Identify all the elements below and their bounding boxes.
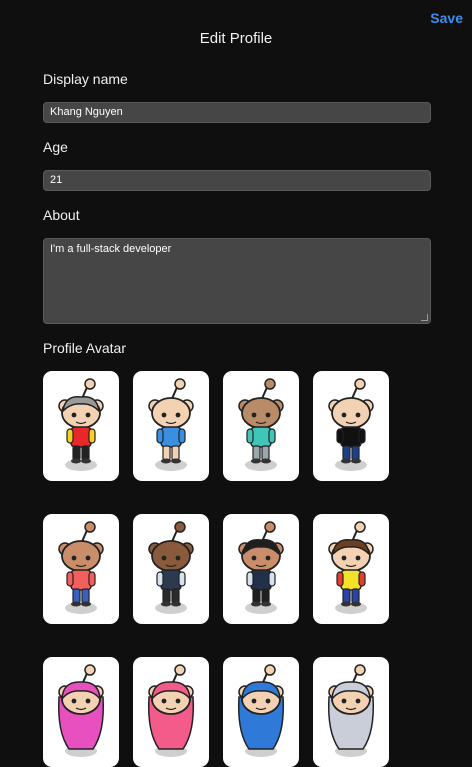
about-textarea[interactable]: I'm a full-stack developer xyxy=(43,238,431,324)
avatar-character-icon xyxy=(327,664,375,757)
age-input[interactable]: 21 xyxy=(43,170,431,191)
resize-grip-icon[interactable] xyxy=(421,314,428,321)
page-title: Edit Profile xyxy=(199,30,273,47)
avatar-option[interactable] xyxy=(133,657,209,767)
profile-avatar-label: Profile Avatar xyxy=(43,340,127,356)
display-name-label: Display name xyxy=(43,71,128,87)
about-label: About xyxy=(43,207,80,223)
avatar-character-icon xyxy=(147,664,195,757)
age-label: Age xyxy=(43,139,68,155)
avatar-character-icon xyxy=(58,521,104,614)
avatar-option[interactable] xyxy=(223,371,299,481)
avatar-option[interactable] xyxy=(133,371,209,481)
avatar-option[interactable] xyxy=(313,657,389,767)
avatar-character-icon xyxy=(58,378,104,471)
avatar-character-icon xyxy=(148,378,194,471)
avatar-character-icon xyxy=(328,378,374,471)
display-name-input[interactable]: Khang Nguyen xyxy=(43,102,431,123)
avatar-option[interactable] xyxy=(223,514,299,624)
avatar-option[interactable] xyxy=(43,371,119,481)
avatar-character-icon xyxy=(57,664,105,757)
avatar-option[interactable] xyxy=(313,371,389,481)
avatar-option[interactable] xyxy=(313,514,389,624)
about-text: I'm a full-stack developer xyxy=(50,243,172,255)
avatar-character-icon xyxy=(238,521,284,614)
avatar-character-icon xyxy=(148,521,194,614)
avatar-character-icon xyxy=(328,521,374,614)
avatar-option[interactable] xyxy=(133,514,209,624)
avatar-character-icon xyxy=(237,664,285,757)
avatar-option[interactable] xyxy=(223,657,299,767)
avatar-option[interactable] xyxy=(43,657,119,767)
avatar-option[interactable] xyxy=(43,514,119,624)
avatar-character-icon xyxy=(238,378,284,471)
save-button[interactable]: Save xyxy=(430,10,463,26)
